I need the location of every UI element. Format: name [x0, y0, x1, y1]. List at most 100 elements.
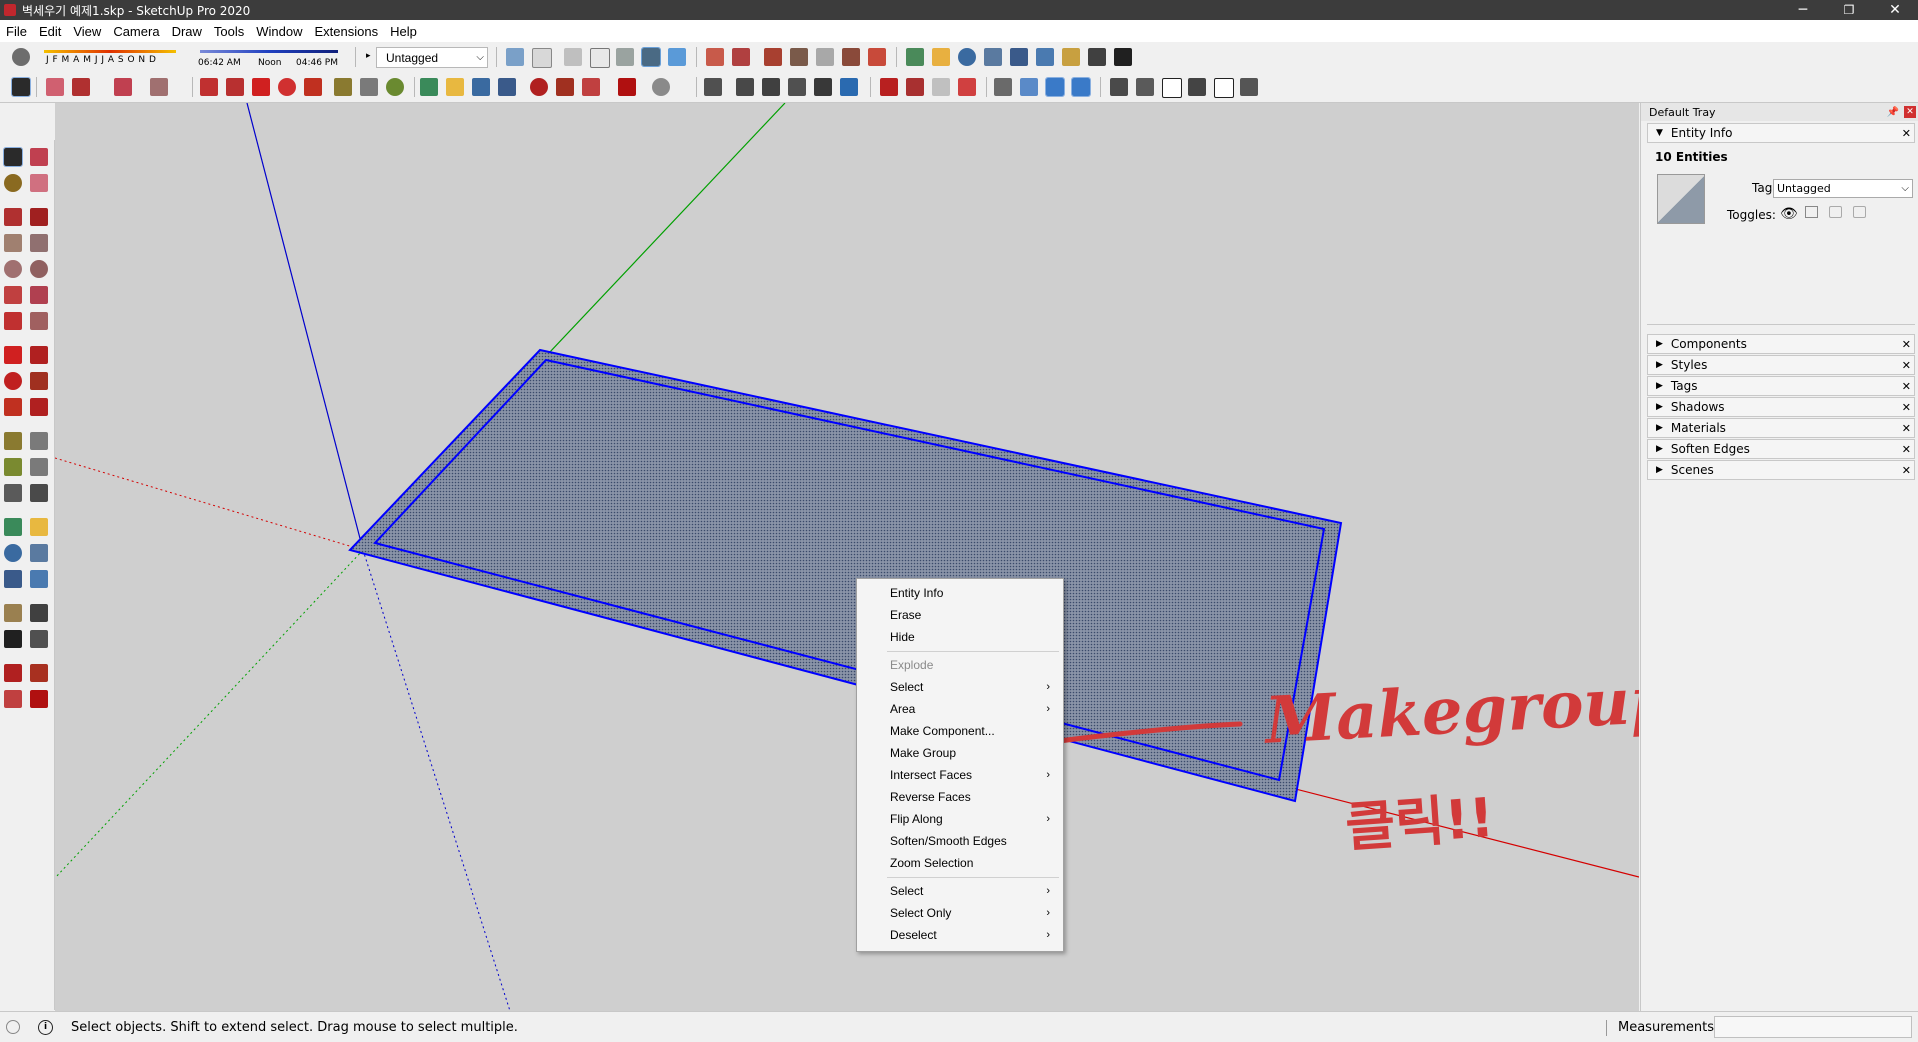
top-view-icon[interactable] — [736, 78, 754, 96]
section-plane-icon[interactable] — [706, 48, 724, 66]
left-view-icon[interactable] — [840, 78, 858, 96]
ctx-intersect-faces[interactable]: Intersect Faces › — [890, 765, 1060, 785]
share-tool-icon[interactable] — [556, 78, 574, 96]
receive-shadows-icon[interactable] — [1829, 206, 1842, 218]
zoom-extents-tool-icon[interactable] — [498, 78, 516, 96]
dimensions-icon[interactable] — [30, 432, 48, 450]
measurements-input[interactable] — [1714, 1016, 1912, 1038]
panel-materials[interactable]: ▶ Materials ✕ — [1647, 418, 1915, 438]
position-camera-left-icon[interactable] — [4, 604, 22, 622]
panel-close-icon[interactable]: ✕ — [1902, 127, 1911, 140]
minimize-button[interactable]: ─ — [1780, 0, 1826, 20]
iso-view-icon[interactable] — [704, 78, 722, 96]
ctx-select-only[interactable]: Select Only › — [890, 903, 1060, 923]
orbit-left-icon[interactable] — [4, 518, 22, 536]
select-arrow-icon[interactable] — [11, 77, 31, 97]
3d-text-icon[interactable] — [30, 484, 48, 502]
panel-close-icon[interactable]: ✕ — [1902, 443, 1911, 456]
panel-close-icon[interactable]: ✕ — [1902, 401, 1911, 414]
move-icon[interactable] — [252, 78, 270, 96]
back-edges-icon[interactable] — [532, 48, 552, 68]
back-view-icon[interactable] — [814, 78, 832, 96]
arc-tool-icon[interactable] — [114, 78, 132, 96]
line-icon[interactable] — [4, 208, 22, 226]
extension-left-icon[interactable] — [4, 690, 22, 708]
menu-edit[interactable]: Edit — [39, 24, 61, 39]
lock-icon[interactable] — [1805, 206, 1818, 218]
move-tool-icon[interactable] — [4, 346, 22, 364]
material-swatch[interactable] — [1657, 174, 1705, 224]
menu-tools[interactable]: Tools — [214, 24, 244, 39]
panel-close-icon[interactable]: ✕ — [1902, 464, 1911, 477]
roof-icon[interactable] — [1240, 78, 1258, 96]
make-component-icon[interactable] — [30, 148, 48, 166]
section-planes-icon[interactable] — [1045, 77, 1065, 97]
extension-warehouse-icon[interactable] — [842, 48, 860, 66]
house-icon[interactable] — [1162, 78, 1182, 98]
paint-icon[interactable] — [4, 174, 22, 192]
info-icon[interactable]: i — [38, 1019, 53, 1035]
orbit-tool-icon[interactable] — [420, 78, 438, 96]
pan-tool-icon[interactable] — [446, 78, 464, 96]
model-viewport[interactable]: Makegroup 클릭!! — [55, 103, 1639, 1011]
panel-scenes[interactable]: ▶ Scenes ✕ — [1647, 460, 1915, 480]
ruby-left-icon[interactable] — [30, 690, 48, 708]
tape-measure-icon[interactable] — [334, 78, 352, 96]
front-view-icon[interactable] — [762, 78, 780, 96]
follow-me-icon[interactable] — [226, 78, 244, 96]
section-cuts-icon[interactable] — [1071, 77, 1091, 97]
ctx-make-group[interactable]: Make Group — [890, 743, 956, 763]
zoom-tool-icon[interactable] — [472, 78, 490, 96]
previous-left-icon[interactable] — [30, 570, 48, 588]
style-c-icon[interactable] — [932, 78, 950, 96]
entity-info-header[interactable]: ▼ Entity Info ✕ — [1647, 123, 1915, 143]
three-point-arc-icon[interactable] — [4, 312, 22, 330]
ctx-entity-info[interactable]: Entity Info — [890, 583, 943, 603]
style-d-icon[interactable] — [958, 78, 976, 96]
menu-file[interactable]: File — [6, 24, 27, 39]
menu-camera[interactable]: Camera — [113, 24, 159, 39]
tray-close-icon[interactable]: ✕ — [1904, 106, 1916, 118]
scale-tool-icon[interactable] — [4, 398, 22, 416]
pan-icon[interactable] — [932, 48, 950, 66]
zoom-left-icon[interactable] — [4, 544, 22, 562]
follow-me-tool-icon[interactable] — [30, 372, 48, 390]
visible-eye-icon[interactable]: 👁 — [1780, 206, 1798, 222]
pie-icon[interactable] — [30, 312, 48, 330]
tag-select[interactable]: Untagged ⌵ — [1773, 179, 1913, 198]
menu-extensions[interactable]: Extensions — [315, 24, 379, 39]
erase-tool-icon[interactable] — [30, 174, 48, 192]
close-button[interactable]: ✕ — [1872, 0, 1918, 20]
menu-help[interactable]: Help — [390, 24, 417, 39]
protractor-icon[interactable] — [4, 458, 22, 476]
look-around-left-icon[interactable] — [30, 604, 48, 622]
geo-location-status-icon[interactable] — [6, 1020, 20, 1034]
ctx-hide[interactable]: Hide — [890, 627, 915, 647]
walls-icon[interactable] — [1136, 78, 1154, 96]
ctx-make-component[interactable]: Make Component... — [890, 721, 995, 741]
text-icon[interactable] — [30, 458, 48, 476]
two-point-arc-icon[interactable] — [30, 286, 48, 304]
zoom-previous-icon[interactable] — [1036, 48, 1054, 66]
panel-close-icon[interactable]: ✕ — [1902, 422, 1911, 435]
panel-close-icon[interactable]: ✕ — [1902, 380, 1911, 393]
ctx-soften-smooth-edges[interactable]: Soften/Smooth Edges — [890, 831, 1007, 851]
shadow-month-slider[interactable]: J F M A M J J A S O N D — [40, 46, 180, 68]
zoom-extents-left-icon[interactable] — [4, 570, 22, 588]
geo-location-icon[interactable] — [652, 78, 670, 96]
hidden-line-icon[interactable] — [590, 48, 610, 68]
house-outline-icon[interactable] — [1214, 78, 1234, 98]
warehouse-left-icon[interactable] — [4, 664, 22, 682]
zoom-icon[interactable] — [958, 48, 976, 66]
section-cut-icon[interactable] — [732, 48, 750, 66]
panel-styles[interactable]: ▶ Styles ✕ — [1647, 355, 1915, 375]
look-around-icon[interactable] — [1088, 48, 1106, 66]
menu-view[interactable]: View — [73, 24, 101, 39]
tag-dropdown[interactable]: Untagged ⌵ — [376, 47, 488, 68]
dimension-icon[interactable] — [360, 78, 378, 96]
menu-draw[interactable]: Draw — [172, 24, 202, 39]
xray-icon[interactable] — [506, 48, 524, 66]
rotate-icon[interactable] — [278, 78, 296, 96]
eraser-icon[interactable] — [46, 78, 64, 96]
line-tool-icon[interactable] — [72, 78, 90, 96]
